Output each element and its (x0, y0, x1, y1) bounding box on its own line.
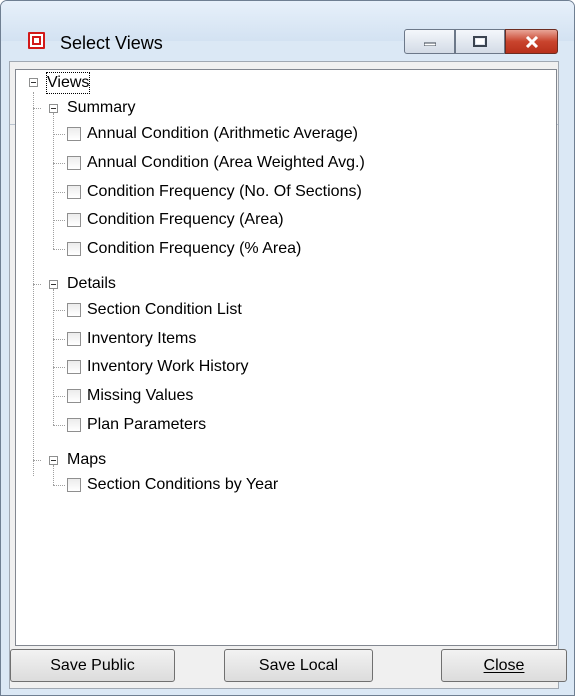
maximize-button[interactable] (455, 29, 505, 54)
checkbox[interactable] (67, 478, 81, 492)
window-title: Select Views (60, 33, 163, 53)
tree-item[interactable]: Annual Condition (Area Weighted Avg.) (87, 153, 365, 173)
tree-item[interactable]: Section Conditions by Year (87, 475, 278, 495)
close-button-label: Close (483, 656, 525, 674)
tree-item[interactable]: Missing Values (87, 386, 193, 406)
tree-group-details[interactable]: Details (67, 274, 116, 294)
tree-item[interactable]: Condition Frequency (No. Of Sections) (87, 182, 362, 202)
tree-item[interactable]: Inventory Work History (87, 357, 249, 377)
tree-line (33, 284, 41, 285)
tree-item[interactable]: Condition Frequency (% Area) (87, 239, 301, 259)
tree-line (53, 425, 65, 426)
checkbox[interactable] (67, 156, 81, 170)
checkbox[interactable] (67, 332, 81, 346)
maximize-icon (473, 36, 487, 47)
tree-root-views[interactable]: Views (45, 72, 91, 94)
tree-line (33, 460, 41, 461)
tree-line (53, 310, 65, 311)
collapse-icon[interactable] (49, 280, 58, 289)
app-icon (28, 32, 45, 49)
minimize-icon (423, 42, 436, 46)
tree-group-summary[interactable]: Summary (67, 98, 135, 118)
tree-line (53, 220, 65, 221)
tree-item[interactable]: Plan Parameters (87, 415, 206, 435)
tree-group-maps[interactable]: Maps (67, 450, 106, 470)
tree-line (53, 249, 65, 250)
collapse-icon[interactable] (49, 104, 58, 113)
tree-line (53, 134, 65, 135)
tree-line (53, 396, 65, 397)
tree-item[interactable]: Condition Frequency (Area) (87, 210, 284, 230)
checkbox[interactable] (67, 127, 81, 141)
close-icon (525, 35, 538, 48)
tree-item[interactable]: Section Condition List (87, 300, 242, 320)
tree-item[interactable]: Annual Condition (Arithmetic Average) (87, 124, 358, 144)
tree-line (53, 192, 65, 193)
checkbox[interactable] (67, 303, 81, 317)
tree-item[interactable]: Inventory Items (87, 329, 196, 349)
checkbox[interactable] (67, 418, 81, 432)
checkbox[interactable] (67, 389, 81, 403)
collapse-icon[interactable] (29, 78, 38, 87)
close-button[interactable]: Close (441, 649, 567, 682)
tree-line (53, 485, 65, 486)
close-window-button[interactable] (505, 29, 558, 54)
collapse-icon[interactable] (49, 456, 58, 465)
checkbox[interactable] (67, 213, 81, 227)
minimize-button[interactable] (404, 29, 455, 54)
tree-line (53, 367, 65, 368)
checkbox[interactable] (67, 360, 81, 374)
save-local-button[interactable]: Save Local (224, 649, 373, 682)
dialog-window: Select Views Views Summary Annual Condit… (0, 0, 575, 696)
tree-line (53, 163, 65, 164)
save-public-button[interactable]: Save Public (10, 649, 175, 682)
tree-line (33, 108, 41, 109)
checkbox[interactable] (67, 185, 81, 199)
tree-line (53, 339, 65, 340)
title-bar[interactable]: Select Views (1, 1, 574, 54)
checkbox[interactable] (67, 242, 81, 256)
views-tree[interactable]: Views Summary Annual Condition (Arithmet… (15, 69, 557, 646)
tree-line (53, 465, 54, 485)
